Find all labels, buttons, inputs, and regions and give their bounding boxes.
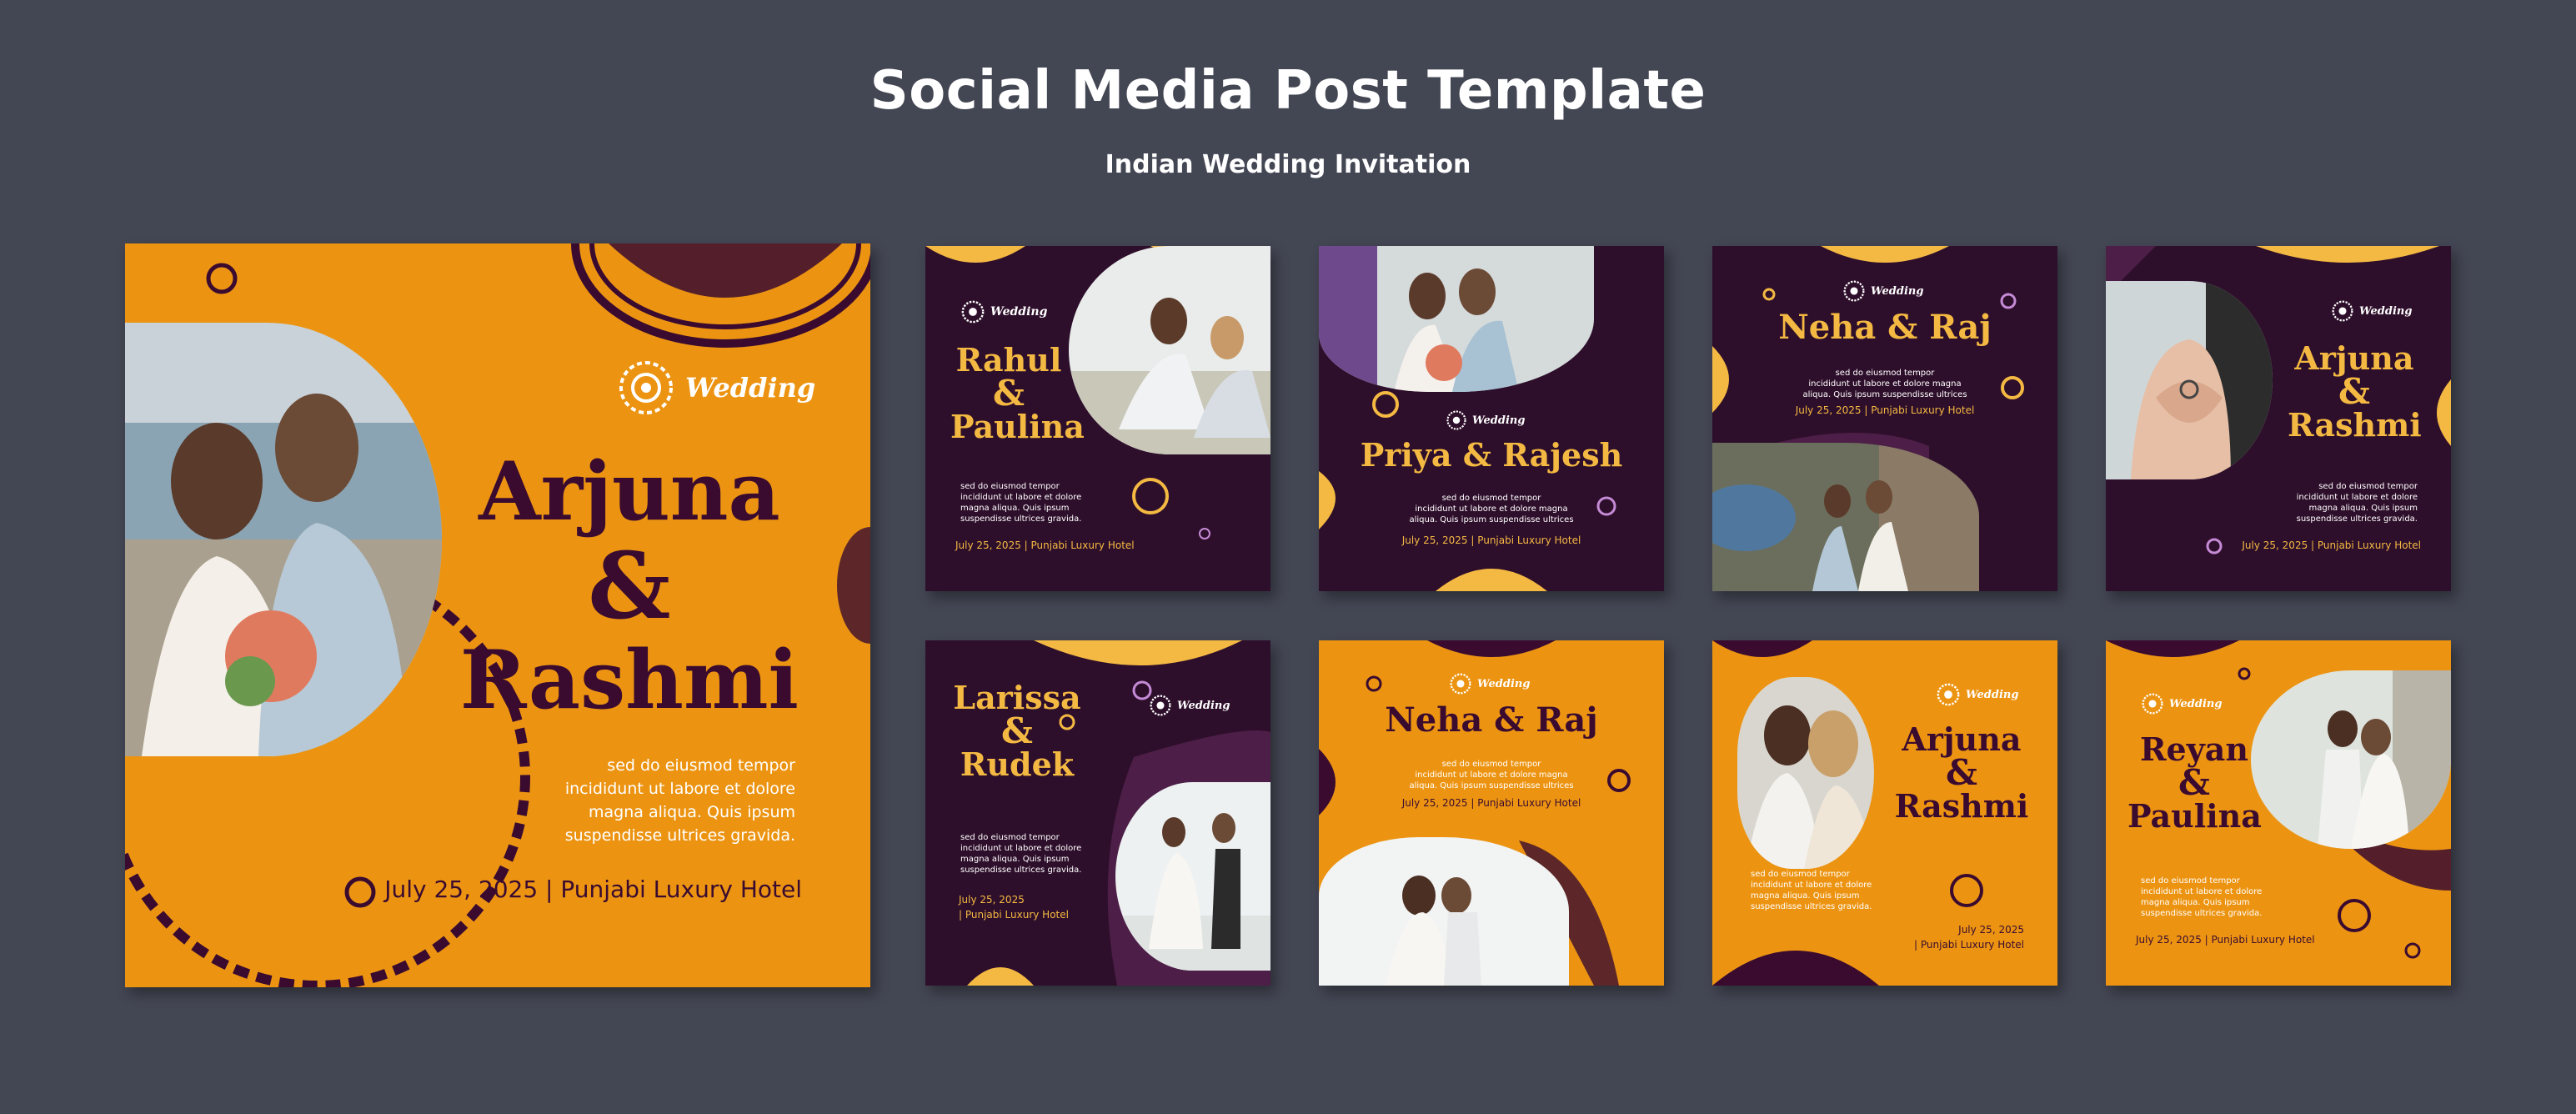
mandala-icon bbox=[961, 300, 985, 324]
couple-names: Arjuna & Rashmi bbox=[1894, 720, 2029, 825]
brand-word: Wedding bbox=[1177, 699, 1230, 712]
body-text: sed do eiusmod tempor incididunt ut labo… bbox=[564, 756, 795, 845]
brand-logo: Wedding bbox=[1449, 672, 1530, 695]
post-card-priya[interactable]: Wedding Priya & Rajesh sed do eiusmod te… bbox=[1319, 246, 1664, 591]
body-text: sed do eiusmod tempor incididunt ut labo… bbox=[1409, 494, 1574, 524]
body-text: sed do eiusmod tempor incididunt ut labo… bbox=[960, 482, 1082, 524]
post-card-rahul[interactable]: Wedding Rahul & Paulina sed do eiusmod t… bbox=[925, 246, 1270, 591]
mandala-icon bbox=[619, 361, 673, 414]
couple-photo bbox=[1319, 246, 1594, 392]
event-date-venue: July 25, 2025 | Punjabi Luxury Hotel bbox=[2242, 539, 2421, 551]
body-text: sed do eiusmod tempor incididunt ut labo… bbox=[2141, 876, 2263, 918]
brand-word: Wedding bbox=[685, 372, 816, 404]
couple-photo bbox=[1319, 837, 1569, 986]
brand-logo: Wedding bbox=[960, 299, 1047, 324]
couple-names: Larissa & Rudek bbox=[953, 679, 1081, 783]
post-card-neha-orange[interactable]: Wedding Neha & Raj sed do eiusmod tempor… bbox=[1319, 640, 1664, 986]
couple-names: Rahul & Paulina bbox=[950, 341, 1085, 445]
event-date-venue: July 25, 2025 | Punjabi Luxury Hotel bbox=[1914, 924, 2024, 951]
mandala-icon bbox=[2142, 693, 2163, 715]
couple-names: Neha & Raj bbox=[1385, 700, 1598, 740]
event-date-venue: July 25, 2025 | Punjabi Luxury Hotel bbox=[955, 539, 1135, 551]
page-subtitle: Indian Wedding Invitation bbox=[1105, 150, 1471, 179]
couple-photo bbox=[125, 323, 442, 756]
name-line: Arjuna bbox=[479, 444, 780, 539]
page-title: Social Media Post Template bbox=[870, 60, 1706, 122]
brand-logo: Wedding bbox=[1446, 409, 1525, 431]
brand-word: Wedding bbox=[990, 305, 1048, 319]
event-date-venue: July 25, 2025 | Punjabi Luxury Hotel bbox=[384, 876, 802, 903]
couple-photo bbox=[2106, 281, 2273, 479]
couple-photo bbox=[1712, 443, 1979, 591]
mandala-icon bbox=[1450, 673, 1471, 695]
brand-word: Wedding bbox=[2359, 304, 2413, 318]
body-text: sed do eiusmod tempor incididunt ut labo… bbox=[1802, 369, 1967, 399]
couple-names: Reyan & Paulina bbox=[2127, 730, 2262, 835]
couple-photo bbox=[1069, 246, 1270, 454]
couple-names: Neha & Raj bbox=[1778, 308, 1992, 347]
brand-word: Wedding bbox=[1871, 284, 1924, 298]
body-text: sed do eiusmod tempor incididunt ut labo… bbox=[2296, 482, 2418, 524]
event-date-venue: July 25, 2025 | Punjabi Luxury Hotel bbox=[959, 894, 1069, 921]
couple-names: Priya & Rajesh bbox=[1360, 436, 1623, 474]
mandala-icon bbox=[1937, 683, 1960, 706]
event-date-venue: July 25, 2025 | Punjabi Luxury Hotel bbox=[2136, 934, 2315, 946]
brand-word: Wedding bbox=[1472, 414, 1526, 427]
post-card-arjuna-orange[interactable]: Wedding Arjuna & Rashmi sed do eiusmod t… bbox=[1712, 640, 2057, 986]
brand-word: Wedding bbox=[2169, 697, 2223, 710]
couple-names: Arjuna & Rashmi bbox=[2288, 339, 2422, 444]
event-date-venue: July 25, 2025 | Punjabi Luxury Hotel bbox=[1401, 534, 1581, 546]
event-date-venue: July 25, 2025 | Punjabi Luxury Hotel bbox=[1795, 404, 1975, 416]
couple-photo bbox=[2251, 670, 2451, 849]
post-card-arjuna-purple[interactable]: Wedding Arjuna & Rashmi sed do eiusmod t… bbox=[2106, 246, 2451, 591]
brand-word: Wedding bbox=[1966, 688, 2019, 701]
mandala-icon bbox=[1446, 410, 1466, 430]
mandala-icon bbox=[2332, 300, 2353, 322]
body-text: sed do eiusmod tempor incididunt ut labo… bbox=[1409, 760, 1574, 790]
brand-word: Wedding bbox=[1477, 677, 1531, 690]
couple-photo bbox=[1115, 782, 1270, 971]
body-text: sed do eiusmod tempor incididunt ut labo… bbox=[960, 833, 1082, 875]
brand-logo: Wedding bbox=[1149, 694, 1230, 717]
brand-logo: Wedding bbox=[2331, 299, 2412, 323]
mandala-icon bbox=[1843, 280, 1865, 302]
event-date-venue: July 25, 2025 | Punjabi Luxury Hotel bbox=[1401, 797, 1581, 809]
post-card-reyan[interactable]: Wedding Reyan & Paulina sed do eiusmod t… bbox=[2106, 640, 2451, 986]
post-card-neha-purple[interactable]: Wedding Neha & Raj sed do eiusmod tempor… bbox=[1712, 246, 2057, 591]
ampersand: & bbox=[588, 532, 671, 640]
brand-logo: Wedding bbox=[1842, 279, 1923, 303]
brand-logo: Wedding bbox=[2141, 692, 2222, 715]
body-text: sed do eiusmod tempor incididunt ut labo… bbox=[1751, 870, 1872, 911]
name-line: Rashmi bbox=[459, 633, 799, 727]
brand-logo: Wedding bbox=[615, 357, 815, 419]
brand-logo: Wedding bbox=[1936, 682, 2018, 707]
couple-photo bbox=[1737, 677, 1874, 869]
post-card-larissa[interactable]: Wedding Larissa & Rudek sed do eiusmod t… bbox=[925, 640, 1270, 986]
post-card-main[interactable]: Wedding Arjuna & Rashmi sed do eiusmod t… bbox=[125, 243, 870, 987]
couple-names: Arjuna & Rashmi bbox=[460, 452, 799, 720]
mandala-icon bbox=[1150, 695, 1171, 716]
